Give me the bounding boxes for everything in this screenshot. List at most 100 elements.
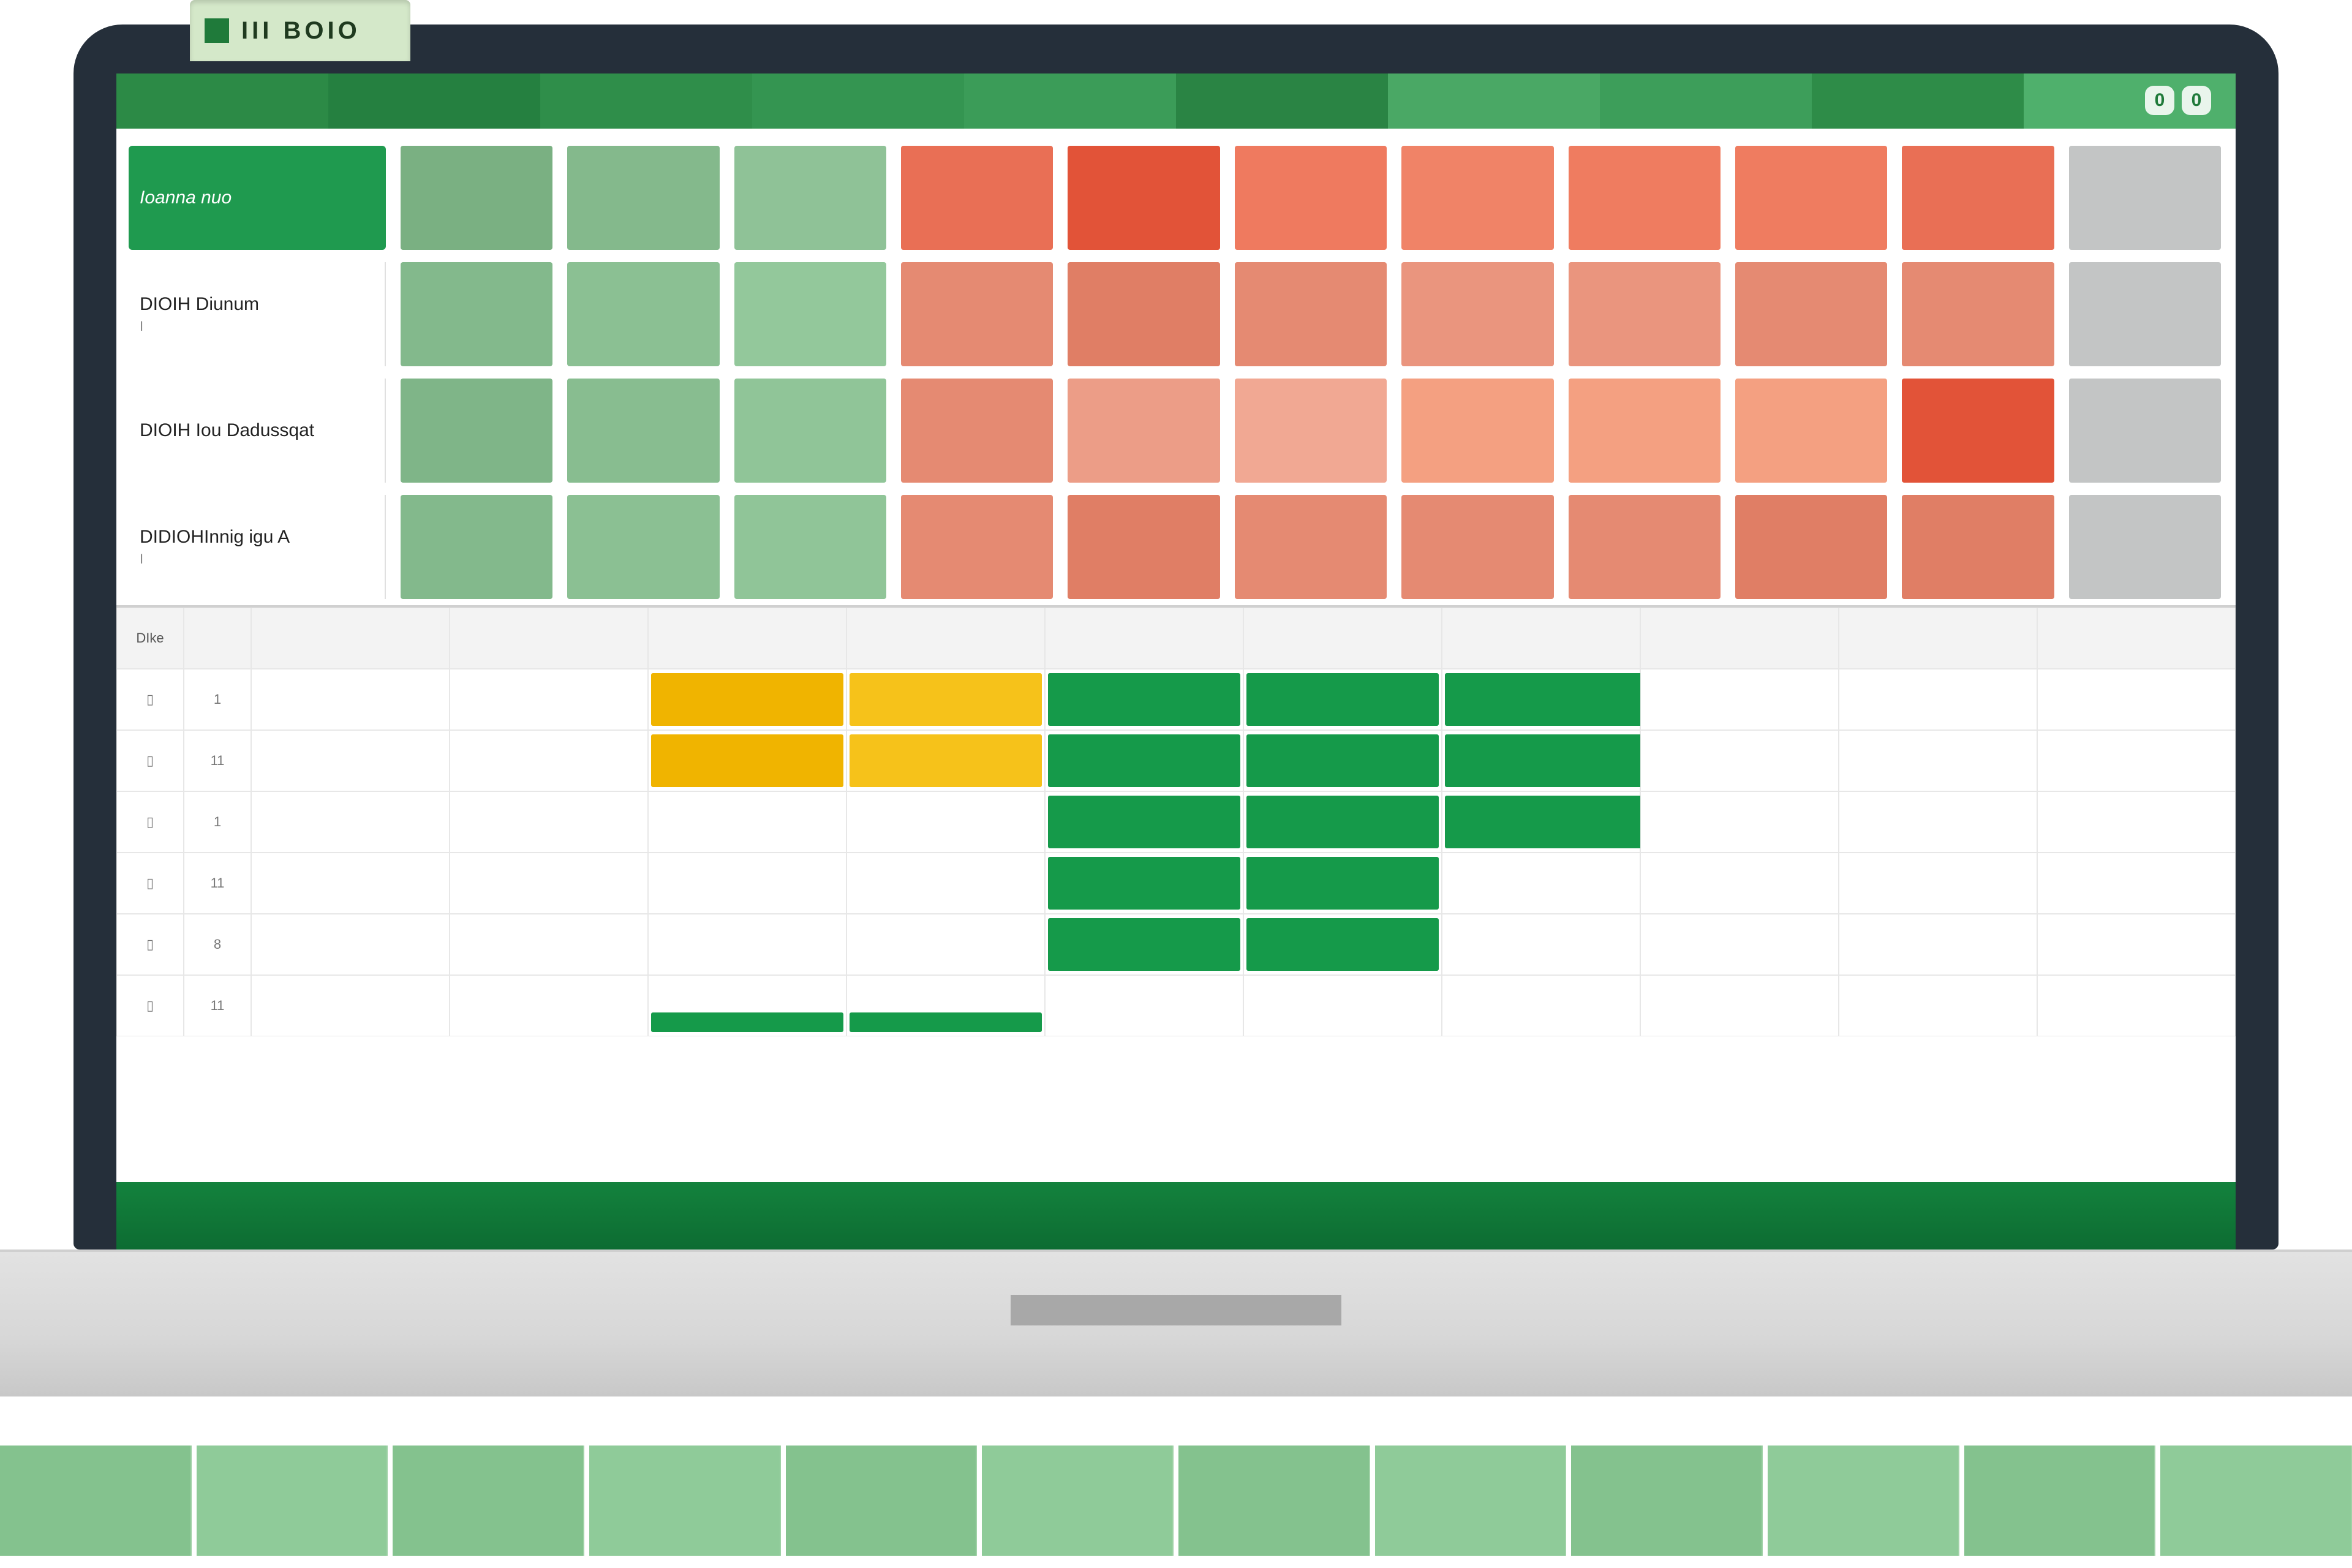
heatmap-cell[interactable] (1068, 146, 1219, 250)
gantt-block[interactable] (850, 673, 1042, 726)
lower-cell[interactable] (1640, 730, 1839, 791)
gantt-block[interactable] (1246, 796, 1439, 848)
gantt-block[interactable] (850, 1012, 1042, 1032)
heatmap-cell[interactable] (1235, 146, 1387, 250)
heatmap-cell[interactable] (734, 146, 886, 250)
gantt-block[interactable] (1246, 734, 1439, 787)
lower-cell[interactable] (450, 791, 648, 853)
lower-cell[interactable] (846, 669, 1045, 730)
heatmap-cell[interactable] (1068, 379, 1219, 483)
lower-cell[interactable] (846, 914, 1045, 975)
lower-cell[interactable] (2037, 791, 2236, 853)
lower-cell[interactable] (1243, 791, 1442, 853)
lower-cell[interactable] (1839, 791, 2037, 853)
heatmap-cell[interactable] (1235, 495, 1387, 599)
gantt-block[interactable] (1246, 918, 1439, 971)
lower-cell[interactable] (1243, 914, 1442, 975)
lower-cell[interactable] (1442, 669, 1640, 730)
heatmap-cell[interactable] (1068, 495, 1219, 599)
heatmap-cell[interactable] (1068, 262, 1219, 366)
lower-cell[interactable] (1640, 791, 1839, 853)
heatmap-cell[interactable] (1401, 379, 1553, 483)
document-tab[interactable]: III BOIO (190, 0, 410, 61)
lower-cell[interactable] (648, 914, 846, 975)
heatmap-cell[interactable] (1569, 379, 1721, 483)
lower-cell[interactable] (1839, 730, 2037, 791)
lower-cell[interactable] (2037, 669, 2236, 730)
lower-cell[interactable] (251, 791, 450, 853)
lower-cell[interactable] (1045, 914, 1243, 975)
gantt-block[interactable] (1246, 673, 1439, 726)
heatmap-cell[interactable] (1235, 262, 1387, 366)
lower-cell[interactable] (1442, 791, 1640, 853)
heatmap-cell[interactable] (1735, 495, 1887, 599)
heatmap-cell[interactable] (567, 495, 719, 599)
heatmap-cell[interactable] (401, 146, 552, 250)
lower-cell[interactable] (1243, 730, 1442, 791)
lower-cell[interactable] (1045, 730, 1243, 791)
lower-cell[interactable] (1045, 975, 1243, 1036)
heatmap-cell[interactable] (1401, 146, 1553, 250)
lower-cell[interactable] (1045, 791, 1243, 853)
heatmap-cell[interactable] (567, 146, 719, 250)
lower-cell[interactable] (1243, 975, 1442, 1036)
lower-cell[interactable] (1839, 975, 2037, 1036)
lower-cell[interactable] (450, 914, 648, 975)
heatmap-cell[interactable] (1735, 262, 1887, 366)
lower-cell[interactable] (1640, 853, 1839, 914)
badge[interactable]: 0 (2145, 86, 2174, 115)
heatmap-cell[interactable] (734, 495, 886, 599)
lower-cell[interactable] (450, 730, 648, 791)
heatmap-cell[interactable] (567, 262, 719, 366)
heatmap-cell[interactable] (1401, 262, 1553, 366)
heatmap-cell[interactable] (1569, 262, 1721, 366)
lower-cell[interactable] (1045, 853, 1243, 914)
heatmap-cell[interactable] (1735, 146, 1887, 250)
gantt-block[interactable] (1048, 857, 1240, 910)
heatmap-cell[interactable] (401, 495, 552, 599)
lower-cell[interactable] (251, 914, 450, 975)
heatmap-cell[interactable] (1401, 495, 1553, 599)
heatmap-cell[interactable] (1569, 495, 1721, 599)
gantt-block[interactable] (1048, 673, 1240, 726)
lower-cell[interactable] (648, 975, 846, 1036)
gantt-block[interactable] (651, 734, 843, 787)
lower-cell[interactable] (1442, 853, 1640, 914)
lower-cell[interactable] (1442, 975, 1640, 1036)
lower-cell[interactable] (648, 669, 846, 730)
lower-cell[interactable] (648, 730, 846, 791)
lower-cell[interactable] (1045, 669, 1243, 730)
lower-cell[interactable] (1839, 853, 2037, 914)
badge[interactable]: 0 (2182, 86, 2211, 115)
lower-cell[interactable] (1442, 730, 1640, 791)
lower-cell[interactable] (251, 669, 450, 730)
heatmap-cell[interactable] (1902, 146, 2054, 250)
gantt-block[interactable] (850, 734, 1042, 787)
heatmap-cell[interactable] (567, 379, 719, 483)
lower-cell[interactable] (2037, 730, 2236, 791)
lower-cell[interactable] (1839, 669, 2037, 730)
lower-cell[interactable] (2037, 853, 2236, 914)
heatmap-cell[interactable] (401, 379, 552, 483)
lower-cell[interactable] (251, 853, 450, 914)
lower-cell[interactable] (1243, 669, 1442, 730)
lower-cell[interactable] (648, 791, 846, 853)
lower-cell[interactable] (450, 853, 648, 914)
heatmap-cell[interactable] (901, 379, 1053, 483)
heatmap-cell[interactable] (734, 262, 886, 366)
gantt-block[interactable] (1048, 918, 1240, 971)
lower-cell[interactable] (251, 730, 450, 791)
lower-cell[interactable] (1839, 914, 2037, 975)
heatmap-cell[interactable] (2069, 146, 2221, 250)
lower-cell[interactable] (1243, 853, 1442, 914)
heatmap-cell[interactable] (901, 495, 1053, 599)
lower-cell[interactable] (2037, 975, 2236, 1036)
heatmap-cell[interactable] (2069, 379, 2221, 483)
heatmap-cell[interactable] (1735, 379, 1887, 483)
heatmap-cell[interactable] (901, 262, 1053, 366)
lower-cell[interactable] (251, 975, 450, 1036)
lower-cell[interactable] (648, 853, 846, 914)
heatmap-cell[interactable] (1902, 379, 2054, 483)
heatmap-cell[interactable] (1902, 495, 2054, 599)
lower-cell[interactable] (846, 853, 1045, 914)
